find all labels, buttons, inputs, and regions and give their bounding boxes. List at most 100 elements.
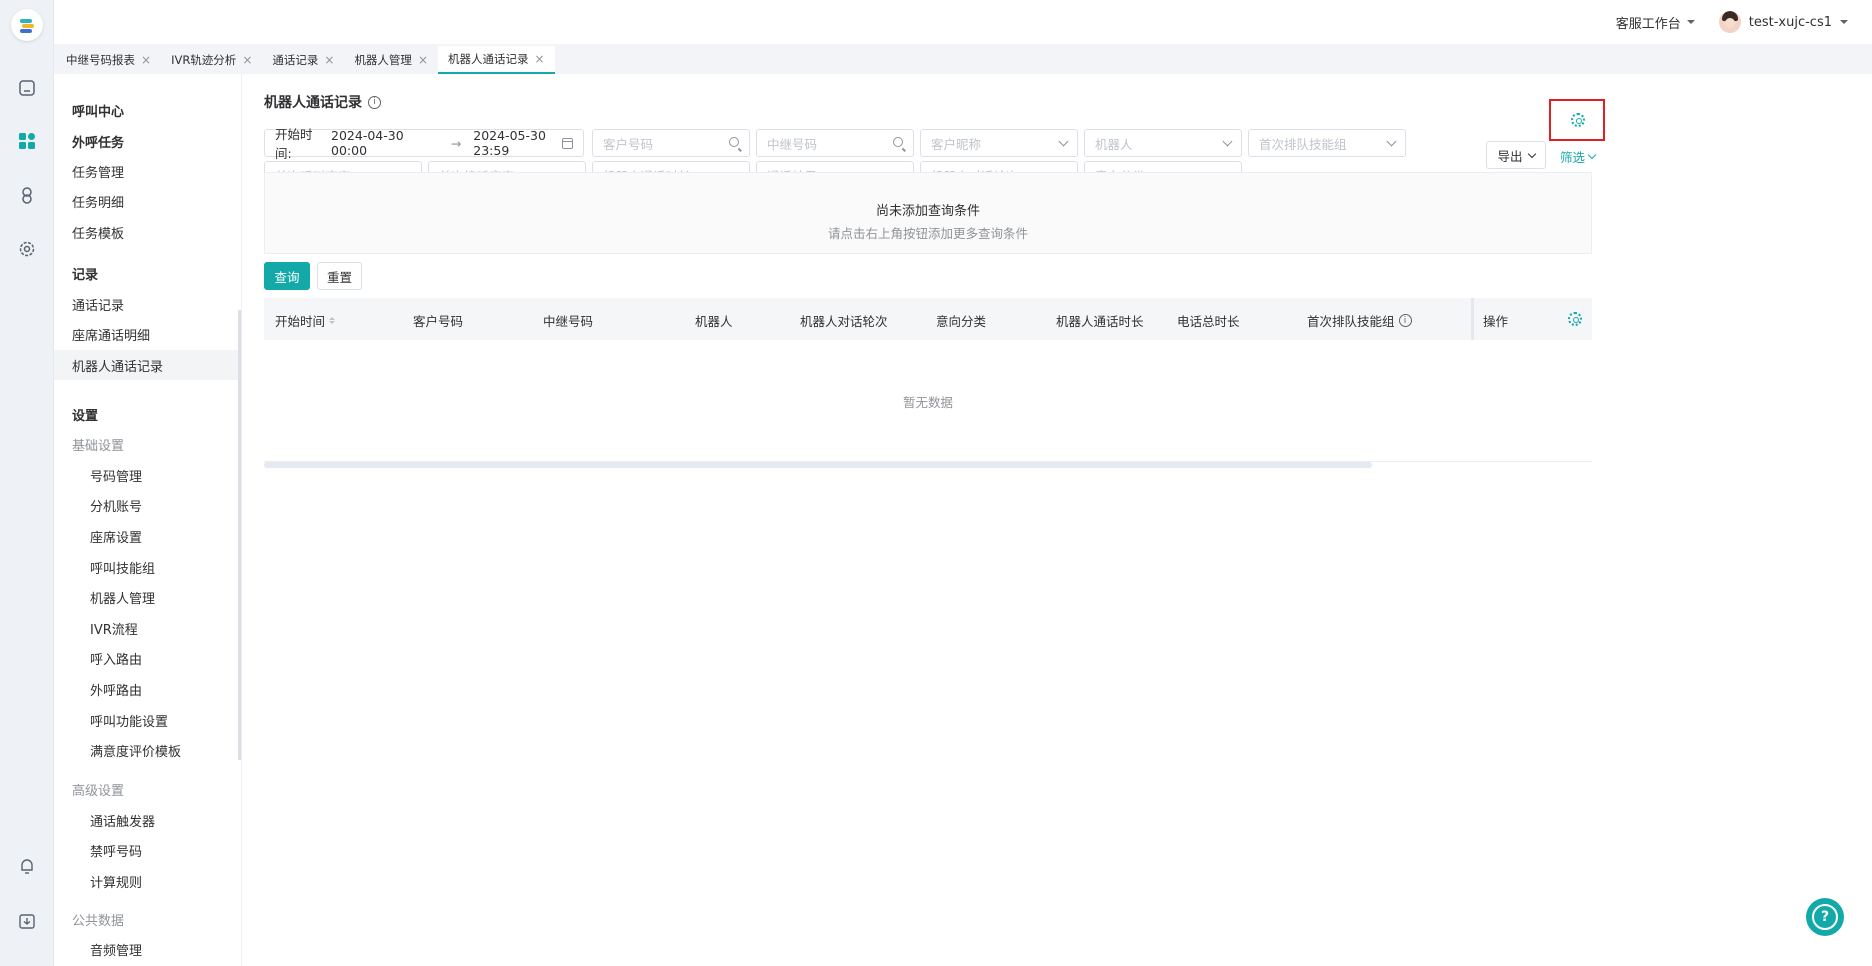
column-robot-call-duration: 机器人通话时长 xyxy=(1056,314,1144,329)
top-header: 客服工作台 test-xujc-cs1 xyxy=(54,0,1872,44)
sidebar-item-outbound-route[interactable]: 外呼路由 xyxy=(90,680,142,699)
sidebar-header-call-center: 呼叫中心 xyxy=(72,105,125,120)
chevron-down-icon xyxy=(1386,136,1397,147)
column-first-queue-skill: 首次排队技能组 i xyxy=(1307,311,1412,330)
column-operation: 操作 xyxy=(1483,314,1509,329)
icon-rail xyxy=(0,0,54,966)
query-button[interactable]: 查询 xyxy=(264,262,310,290)
start-time-to[interactable]: 2024-05-30 23:59 xyxy=(473,128,573,158)
sidebar-item-task-manage[interactable]: 任务管理 xyxy=(72,162,124,181)
sidebar-item-task-detail[interactable]: 任务明细 xyxy=(72,192,124,211)
sidebar-header-records: 记录 xyxy=(72,268,99,283)
sidebar-item-call-function[interactable]: 呼叫功能设置 xyxy=(90,711,168,730)
tab-trunk-report[interactable]: 中继号码报表 × xyxy=(56,46,161,74)
page-tabs: 中继号码报表 × IVR轨迹分析 × 通话记录 × 机器人管理 × 机器人通话记录 × xyxy=(54,44,1872,74)
tab-call-records[interactable]: 通话记录 × xyxy=(262,46,344,74)
workbench-dropdown[interactable]: 客服工作台 xyxy=(1616,13,1695,32)
workbench-label: 客服工作台 xyxy=(1615,16,1681,32)
app-logo[interactable] xyxy=(11,9,43,41)
start-time-from[interactable]: 2024-04-30 00:00 xyxy=(331,128,431,158)
sidebar-item-robot-manage[interactable]: 机器人管理 xyxy=(90,588,155,607)
tab-label: IVR轨迹分析 xyxy=(171,53,237,67)
empty-conditions-panel: 尚未添加查询条件 请点击右上角按钮添加更多查询条件 xyxy=(264,172,1592,254)
close-icon[interactable]: × xyxy=(535,52,545,66)
main-content: 机器人通话记录 i 开始时间: 2024-04-30 00:00 → 2024-… xyxy=(242,74,1872,966)
info-icon[interactable]: i xyxy=(1398,314,1412,327)
customer-number-input[interactable]: 客户号码 xyxy=(592,129,750,157)
sidebar-item-robot-records[interactable]: 机器人通话记录 xyxy=(72,356,163,375)
sidebar-group-advanced[interactable]: 高级设置 xyxy=(72,780,124,799)
empty-conditions-hint: 请点击右上角按钮添加更多查询条件 xyxy=(827,226,1028,241)
filter-label: 筛选 xyxy=(1560,150,1586,165)
column-total-duration: 电话总时长 xyxy=(1177,314,1240,329)
sidebar-item-ivr-flow[interactable]: IVR流程 xyxy=(90,619,138,638)
customer-number-placeholder: 客户号码 xyxy=(603,136,654,152)
home-icon[interactable] xyxy=(16,77,38,99)
sidebar-item-seat-settings[interactable]: 座席设置 xyxy=(90,527,142,546)
contacts-icon[interactable] xyxy=(16,184,38,206)
start-time-range[interactable]: 开始时间: 2024-04-30 00:00 → 2024-05-30 23:5… xyxy=(264,127,584,161)
sidebar-item-inbound-route[interactable]: 呼入路由 xyxy=(90,649,142,668)
sidebar-item-extension[interactable]: 分机账号 xyxy=(90,496,142,515)
chevron-down-icon xyxy=(1840,20,1848,24)
trunk-number-input[interactable]: 中继号码 xyxy=(756,129,914,157)
tab-label: 机器人通话记录 xyxy=(448,52,529,66)
sidebar-item-blocked[interactable]: 禁呼号码 xyxy=(90,841,142,860)
chevron-down-icon xyxy=(1686,20,1695,24)
user-menu[interactable]: test-xujc-cs1 xyxy=(1718,11,1848,33)
sidebar-item-number-manage[interactable]: 号码管理 xyxy=(90,466,142,485)
sort-icon[interactable] xyxy=(329,317,336,324)
sidebar-scrollbar[interactable] xyxy=(238,310,241,760)
sidebar-item-billing[interactable]: 计算规则 xyxy=(90,872,142,891)
highlight-box xyxy=(1549,99,1605,141)
sidebar-group-basic[interactable]: 基础设置 xyxy=(72,435,124,454)
sidebar-item-seat-detail[interactable]: 座席通话明细 xyxy=(72,325,150,344)
column-robot-turns: 机器人对话轮次 xyxy=(800,314,888,329)
column-robot: 机器人 xyxy=(695,314,733,329)
add-condition-gear-icon[interactable] xyxy=(1571,113,1585,127)
first-queue-skill-select[interactable]: 首次排队技能组 xyxy=(1248,129,1406,157)
search-icon xyxy=(729,137,739,147)
info-icon[interactable]: i xyxy=(368,95,381,109)
sidebar-item-trigger[interactable]: 通话触发器 xyxy=(90,811,155,830)
settings-icon[interactable] xyxy=(16,238,38,260)
close-icon[interactable]: × xyxy=(324,53,334,67)
download-icon[interactable] xyxy=(16,910,38,932)
tab-label: 机器人管理 xyxy=(354,53,412,67)
chevron-down-icon xyxy=(1058,136,1069,147)
avatar xyxy=(1718,11,1741,33)
sidebar-item-audio[interactable]: 音频管理 xyxy=(90,940,142,959)
customer-nick-placeholder: 客户昵称 xyxy=(931,136,982,152)
sidebar-group-public-data[interactable]: 公共数据 xyxy=(72,910,124,929)
sidebar-item-skill-group[interactable]: 呼叫技能组 xyxy=(90,558,155,577)
sidebar-item-satisfaction[interactable]: 满意度评价模板 xyxy=(90,741,181,760)
close-icon[interactable]: × xyxy=(141,53,151,67)
help-icon: ? xyxy=(1820,909,1830,925)
bell-icon[interactable] xyxy=(16,855,38,877)
sidebar-item-call-records[interactable]: 通话记录 xyxy=(72,295,124,314)
trunk-number-placeholder: 中继号码 xyxy=(767,136,818,152)
tab-robot-manage[interactable]: 机器人管理 × xyxy=(344,46,438,74)
chevron-down-icon xyxy=(1527,149,1536,158)
export-button[interactable]: 导出 xyxy=(1486,141,1546,169)
reset-button[interactable]: 重置 xyxy=(317,262,362,290)
table-horizontal-scrollbar[interactable] xyxy=(264,462,1372,468)
tab-ivr-analysis[interactable]: IVR轨迹分析 × xyxy=(161,46,262,74)
table-header: 开始时间 客户号码 中继号码 机器人 机器人对话轮次 意向分类 机器人通话时长 … xyxy=(264,298,1592,340)
tab-robot-records[interactable]: 机器人通话记录 × xyxy=(438,46,555,74)
robot-select[interactable]: 机器人 xyxy=(1084,129,1242,157)
chevron-down-icon xyxy=(1587,150,1597,160)
apps-icon[interactable] xyxy=(16,130,38,152)
help-button[interactable]: ? xyxy=(1806,898,1844,936)
empty-conditions-title: 尚未添加查询条件 xyxy=(875,204,980,219)
sidebar-item-task-template[interactable]: 任务模板 xyxy=(72,223,124,242)
first-queue-skill-placeholder: 首次排队技能组 xyxy=(1259,136,1347,152)
close-icon[interactable]: × xyxy=(418,53,428,67)
customer-nick-select[interactable]: 客户昵称 xyxy=(920,129,1078,157)
column-start-time[interactable]: 开始时间 xyxy=(275,311,336,330)
search-icon xyxy=(893,137,903,147)
close-icon[interactable]: × xyxy=(242,53,252,67)
filter-toggle[interactable]: 筛选 xyxy=(1560,147,1597,166)
username: test-xujc-cs1 xyxy=(1748,14,1832,30)
column-settings-gear-icon[interactable] xyxy=(1568,312,1582,326)
